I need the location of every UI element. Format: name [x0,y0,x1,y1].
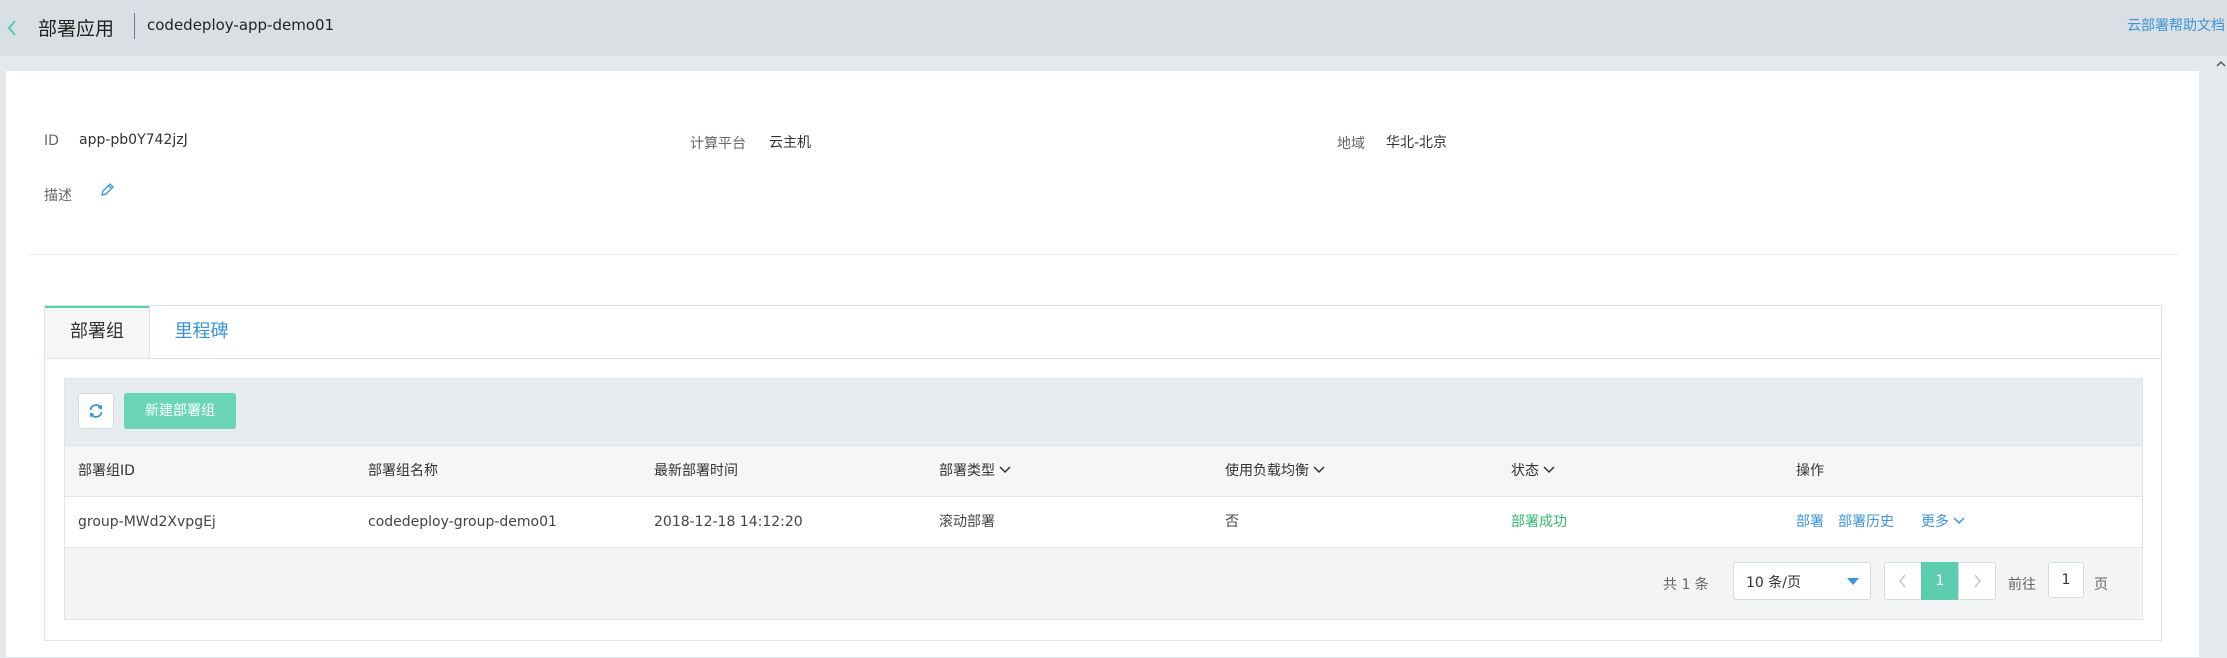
region-label: 地域 [1337,136,1365,152]
page-title: 部署应用 [38,18,115,40]
column-header-actions: 操作 [1796,463,1824,479]
table-toolbar: 新建部署组 [65,379,2142,446]
pagination: 共 1 条 10 条/页 1 前往 页 [65,548,2142,619]
next-page-button[interactable] [1958,562,1996,600]
deploy-action-link[interactable]: 部署 [1796,497,1824,547]
app-detail-card: ID app-pb0Y742jzJ 计算平台 云主机 地域 华北-北京 描述 部… [5,70,2200,658]
cell-load-balancer: 否 [1225,514,1239,530]
cell-deploy-type: 滚动部署 [939,514,995,530]
chevron-right-icon [1974,574,1981,588]
description-label: 描述 [44,188,72,204]
section-divider [28,254,2178,255]
column-header-name: 部署组名称 [368,463,438,479]
top-header: 部署应用 codedeploy-app-demo01 云部署帮助文档 [0,0,2227,56]
cell-deploy-time: 2018-12-18 14:12:20 [654,514,803,530]
caret-down-icon [1847,578,1859,585]
chevron-down-icon [1953,516,1965,524]
deploy-history-link[interactable]: 部署历史 [1838,497,1894,547]
status-badge: 部署成功 [1511,514,1567,530]
table-header: 部署组ID 部署组名称 最新部署时间 部署类型 使用负载均衡 状态 操作 [65,446,2142,497]
edit-pencil-icon[interactable] [99,182,115,198]
scrollbar-up-arrow[interactable] [2215,56,2227,72]
tab-panel: 部署组 里程碑 新建部署组 部署组ID 部署组名称 最新部署时间 部署类型 使用… [44,305,2162,641]
tab-strip: 部署组 里程碑 [44,306,2161,359]
goto-page-input[interactable] [2048,562,2084,598]
page-size-value: 10 条/页 [1746,575,1801,591]
page-unit-label: 页 [2094,577,2108,593]
id-label: ID [44,133,59,149]
help-doc-link[interactable]: 云部署帮助文档 [2127,15,2225,35]
chevron-left-icon [1899,574,1906,588]
prev-page-button[interactable] [1884,562,1922,600]
back-arrow-icon[interactable] [6,17,18,39]
new-deploy-group-button[interactable]: 新建部署组 [124,393,236,429]
column-header-status[interactable]: 状态 [1511,446,1555,496]
page-size-select[interactable]: 10 条/页 [1733,562,1871,600]
chevron-down-icon [1313,465,1325,473]
id-value: app-pb0Y742jzJ [79,132,188,148]
page-number-1[interactable]: 1 [1921,562,1959,600]
column-header-type[interactable]: 部署类型 [939,446,1011,496]
cell-group-id: group-MWd2XvpgEj [78,514,216,530]
column-header-id: 部署组ID [78,463,135,479]
tab-milestones[interactable]: 里程碑 [149,306,254,358]
column-header-time: 最新部署时间 [654,463,738,479]
more-actions-label: 更多 [1921,514,1949,530]
refresh-icon [89,404,103,418]
deploy-group-section: 新建部署组 部署组ID 部署组名称 最新部署时间 部署类型 使用负载均衡 状态 … [64,378,2143,620]
platform-value: 云主机 [769,135,811,151]
column-header-load-balancer[interactable]: 使用负载均衡 [1225,446,1325,496]
title-divider [134,13,135,39]
column-header-type-label: 部署类型 [939,463,995,479]
more-actions-dropdown[interactable]: 更多 [1921,497,1965,547]
column-header-lb-label: 使用负载均衡 [1225,463,1309,479]
total-count: 共 1 条 [1663,577,1709,593]
platform-label: 计算平台 [690,136,746,152]
column-header-status-label: 状态 [1511,463,1539,479]
cell-group-name: codedeploy-group-demo01 [368,514,557,530]
tab-deploy-groups[interactable]: 部署组 [44,306,150,358]
chevron-down-icon [1543,465,1555,473]
goto-label: 前往 [2008,577,2036,593]
app-name: codedeploy-app-demo01 [147,16,335,34]
table-row: group-MWd2XvpgEj codedeploy-group-demo01… [65,497,2142,548]
chevron-down-icon [999,465,1011,473]
refresh-button[interactable] [78,393,114,429]
region-value: 华北-北京 [1386,135,1448,151]
